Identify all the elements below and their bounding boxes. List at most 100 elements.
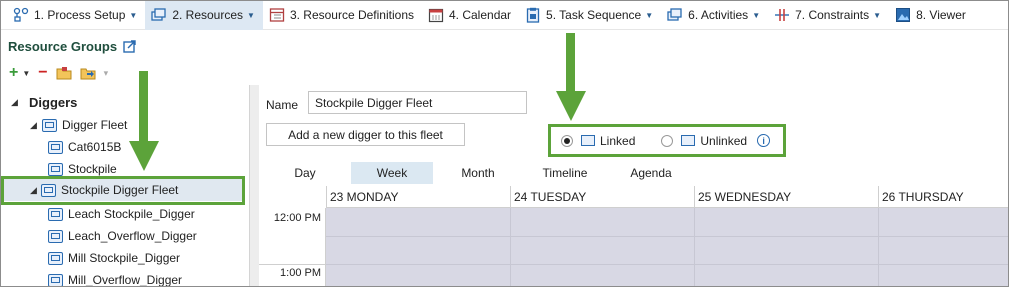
menu-calendar-label: 4. Calendar bbox=[449, 8, 512, 22]
name-field[interactable] bbox=[308, 91, 527, 114]
linked-radio[interactable] bbox=[561, 134, 573, 147]
unlinked-radio[interactable] bbox=[661, 134, 674, 147]
time-label: 1:00 PM bbox=[280, 267, 321, 279]
menu-activities[interactable]: 6. Activities ▼ bbox=[661, 1, 768, 30]
tree-node-leach-overflow-digger[interactable]: Leach_Overflow_Digger bbox=[48, 225, 197, 247]
expand-triangle-icon[interactable]: ◢ bbox=[11, 97, 23, 108]
tab-week[interactable]: Week bbox=[351, 162, 433, 184]
digger-icon bbox=[48, 229, 63, 243]
day-header-label: 25 WEDNESDAY bbox=[698, 189, 792, 204]
menu-process-setup[interactable]: 1. Process Setup ▼ bbox=[7, 1, 145, 30]
resource-groups-panel: Resource Groups + ▼ − ▾ ◢ Diggers ◢ Digg… bbox=[1, 31, 249, 287]
day-header[interactable]: 25 WEDNESDAY bbox=[694, 186, 878, 208]
folder-move-icon[interactable] bbox=[80, 66, 96, 80]
chevron-down-icon: ▼ bbox=[873, 10, 882, 20]
tab-day[interactable]: Day bbox=[259, 162, 351, 184]
tree-node-label: Stockpile bbox=[68, 162, 117, 176]
tab-week-label: Week bbox=[376, 166, 408, 180]
selection-highlight-box bbox=[1, 176, 245, 205]
tree-node-cat6015b[interactable]: Cat6015B bbox=[48, 136, 121, 158]
tree-node-digger-fleet[interactable]: ◢ Digger Fleet bbox=[30, 114, 127, 136]
chevron-down-icon: ▼ bbox=[247, 10, 255, 20]
tab-agenda[interactable]: Agenda bbox=[607, 162, 695, 184]
menu-constraints[interactable]: 7. Constraints ▼ bbox=[768, 1, 889, 30]
filter-icon[interactable]: ▾ bbox=[104, 68, 109, 79]
menu-calendar[interactable]: 4. Calendar bbox=[422, 1, 519, 30]
menu-resources[interactable]: 2. Resources ▼ bbox=[145, 1, 263, 30]
digger-icon bbox=[48, 273, 63, 286]
expand-triangle-icon[interactable]: ◢ bbox=[30, 120, 42, 131]
day-header[interactable]: 26 THURSDAY bbox=[878, 186, 1008, 208]
menu-resource-definitions[interactable]: 3. Resource Definitions bbox=[263, 1, 422, 30]
menu-task-sequence-label: 5. Task Sequence bbox=[546, 8, 642, 22]
tree-node-label: Cat6015B bbox=[68, 140, 122, 154]
day-header-label: 24 TUESDAY bbox=[514, 189, 587, 204]
menu-task-sequence[interactable]: 5. Task Sequence ▼ bbox=[519, 1, 661, 30]
menu-resource-definitions-label: 3. Resource Definitions bbox=[289, 8, 414, 22]
chevron-down-icon: ▼ bbox=[752, 10, 761, 20]
folder-add-icon[interactable] bbox=[56, 66, 72, 80]
resource-groups-title: Resource Groups bbox=[8, 39, 136, 54]
task-sequence-icon bbox=[525, 7, 541, 23]
day-header[interactable]: 23 MONDAY bbox=[326, 186, 510, 208]
tree-node-leach-stockpile-digger[interactable]: Leach Stockpile_Digger bbox=[48, 203, 195, 225]
tab-agenda-label: Agenda bbox=[630, 166, 672, 180]
activities-icon bbox=[667, 7, 683, 23]
tree-node-diggers[interactable]: ◢ Diggers bbox=[11, 91, 77, 113]
app-window: 1. Process Setup ▼ 2. Resources ▼ 3. Res… bbox=[0, 0, 1009, 287]
menu-resources-label: 2. Resources bbox=[172, 8, 244, 22]
external-link-icon[interactable] bbox=[123, 40, 136, 53]
resource-groups-toolbar: + ▼ − ▾ bbox=[9, 65, 108, 81]
tree-node-label: Diggers bbox=[29, 94, 78, 110]
resources-icon bbox=[151, 7, 167, 23]
annotation-arrow-icon bbox=[556, 33, 586, 121]
menu-activities-label: 6. Activities bbox=[688, 8, 749, 22]
link-mode-group: Linked Unlinked i bbox=[548, 124, 786, 157]
name-label: Name bbox=[266, 98, 299, 112]
tree-node-label: Mill_Overflow_Digger bbox=[68, 273, 183, 287]
tab-timeline[interactable]: Timeline bbox=[523, 162, 607, 184]
process-setup-icon bbox=[13, 7, 29, 23]
tab-day-label: Day bbox=[294, 166, 316, 180]
linked-label[interactable]: Linked bbox=[600, 134, 635, 148]
resource-detail-panel: Name Add a new digger to this fleet Link… bbox=[259, 31, 1008, 286]
tree-node-mill-stockpile-digger[interactable]: Mill Stockpile_Digger bbox=[48, 247, 180, 269]
day-header-label: 26 THURSDAY bbox=[882, 189, 964, 204]
chevron-down-icon: ▼ bbox=[129, 10, 138, 20]
remove-icon[interactable]: − bbox=[38, 65, 47, 81]
day-header[interactable]: 24 TUESDAY bbox=[510, 186, 694, 208]
main-menu-bar: 1. Process Setup ▼ 2. Resources ▼ 3. Res… bbox=[1, 1, 1008, 30]
info-icon[interactable]: i bbox=[757, 134, 771, 147]
resource-definitions-icon bbox=[269, 7, 285, 23]
chevron-down-icon[interactable]: ▼ bbox=[22, 69, 30, 78]
time-label: 12:00 PM bbox=[273, 212, 321, 224]
tree-node-label: Leach_Overflow_Digger bbox=[68, 229, 197, 243]
tab-month[interactable]: Month bbox=[433, 162, 523, 184]
menu-viewer-label: 8. Viewer bbox=[916, 8, 966, 22]
calendar-icon bbox=[428, 7, 444, 23]
add-digger-button[interactable]: Add a new digger to this fleet bbox=[266, 123, 465, 146]
annotation-arrow-icon bbox=[129, 71, 159, 171]
tab-timeline-label: Timeline bbox=[542, 166, 588, 180]
add-icon[interactable]: + bbox=[9, 65, 18, 81]
panel-splitter[interactable] bbox=[249, 85, 259, 286]
menu-constraints-label: 7. Constraints bbox=[795, 8, 870, 22]
linked-icon bbox=[581, 135, 595, 146]
digger-icon bbox=[48, 162, 63, 176]
tree-node-mill-overflow-digger[interactable]: Mill_Overflow_Digger bbox=[48, 269, 183, 287]
viewer-icon bbox=[895, 7, 911, 23]
digger-icon bbox=[48, 207, 63, 221]
menu-viewer[interactable]: 8. Viewer bbox=[889, 1, 974, 30]
digger-icon bbox=[48, 140, 63, 154]
calendar-grid[interactable] bbox=[326, 208, 1008, 286]
chevron-down-icon: ▼ bbox=[645, 10, 654, 20]
fleet-icon bbox=[42, 118, 57, 132]
constraints-icon bbox=[774, 7, 790, 23]
unlinked-label[interactable]: Unlinked bbox=[700, 134, 747, 148]
tree-node-label: Leach Stockpile_Digger bbox=[68, 207, 195, 221]
calendar-view-tabs: Day Week Month Timeline Agenda bbox=[259, 161, 1008, 185]
day-header-label: 23 MONDAY bbox=[330, 189, 399, 204]
tree-node-label: Mill Stockpile_Digger bbox=[68, 251, 181, 265]
week-calendar: 23 MONDAY 24 TUESDAY 25 WEDNESDAY 26 THU… bbox=[259, 186, 1008, 286]
tree-node-label: Digger Fleet bbox=[62, 118, 128, 132]
